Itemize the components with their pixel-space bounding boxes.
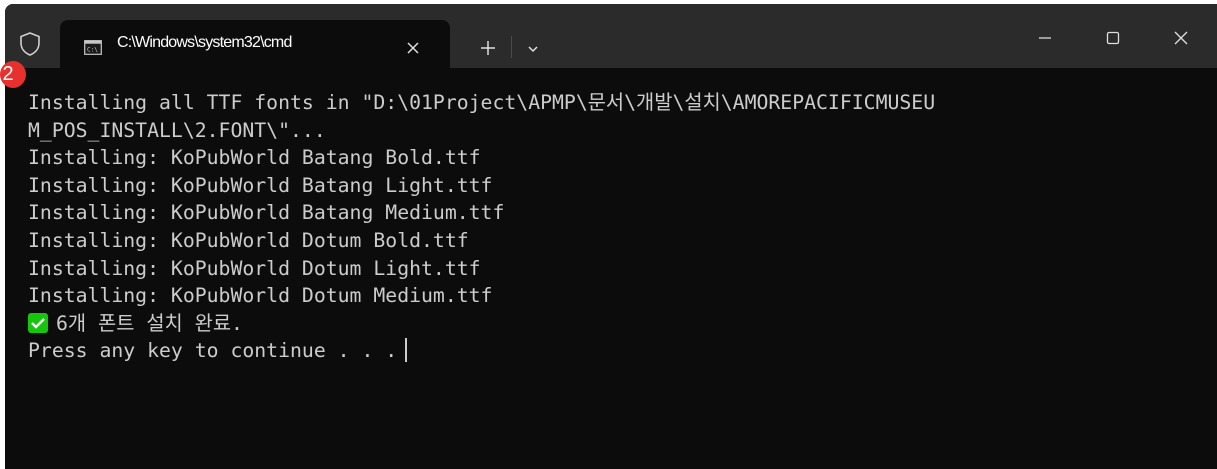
prompt-line: Press any key to continue . . . <box>28 337 1198 365</box>
tab-cmd[interactable]: C:\ C:\Windows\system32\cmd <box>60 20 450 72</box>
terminal-line: Installing: KoPubWorld Dotum Bold.ttf <box>28 228 469 252</box>
tab-title: C:\Windows\system32\cmd <box>117 34 292 51</box>
terminal-line: M_POS_INSTALL\2.FONT\"... <box>28 118 326 142</box>
close-icon <box>1174 31 1188 45</box>
terminal-window: C:\ C:\Windows\system32\cmd Installing a… <box>5 4 1217 469</box>
terminal-output[interactable]: Installing all TTF fonts in "D:\01Projec… <box>28 89 1198 365</box>
minimize-button[interactable] <box>1017 4 1073 68</box>
maximize-icon <box>1106 31 1120 45</box>
terminal-line: Installing: KoPubWorld Batang Bold.ttf <box>28 146 481 170</box>
terminal-line: Installing: KoPubWorld Batang Medium.ttf <box>28 201 505 225</box>
done-message: 6개 폰트 설치 완료. <box>56 311 243 335</box>
tab-separator <box>511 36 512 58</box>
chevron-down-icon[interactable] <box>526 42 540 56</box>
shield-icon <box>19 31 41 57</box>
terminal-line: Installing: KoPubWorld Dotum Light.ttf <box>28 256 481 280</box>
close-window-button[interactable] <box>1153 4 1209 68</box>
step-badge: 2 <box>0 61 26 88</box>
minimize-icon <box>1039 37 1051 39</box>
title-bar[interactable]: C:\ C:\Windows\system32\cmd <box>5 4 1217 72</box>
continue-prompt: Press any key to continue . . . <box>28 339 398 363</box>
terminal-line: Installing all TTF fonts in "D:\01Projec… <box>28 91 936 114</box>
terminal-line: Installing: KoPubWorld Batang Light.ttf <box>28 173 493 197</box>
cmd-icon: C:\ <box>84 40 102 55</box>
svg-text:C:\: C:\ <box>87 47 98 54</box>
maximize-button[interactable] <box>1085 4 1141 68</box>
check-mark-icon <box>28 312 48 333</box>
close-icon[interactable] <box>405 40 421 56</box>
done-message-line: 6개 폰트 설치 완료. <box>28 310 1198 338</box>
plus-icon[interactable] <box>479 39 497 57</box>
text-cursor <box>405 338 408 363</box>
terminal-line: Installing: KoPubWorld Dotum Medium.ttf <box>28 284 493 308</box>
